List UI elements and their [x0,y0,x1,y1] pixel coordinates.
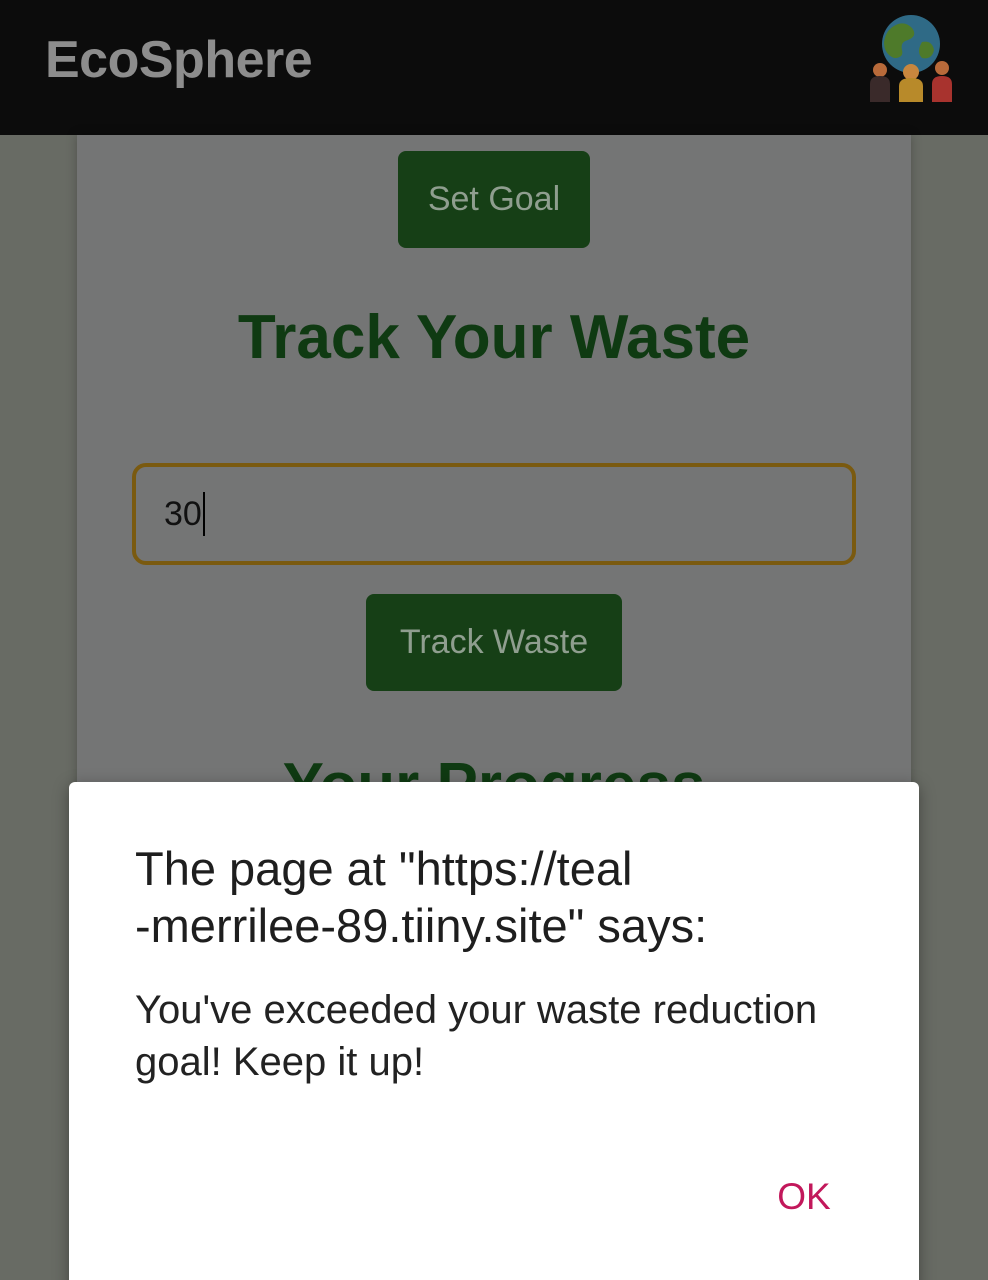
app-title: EcoSphere [45,31,313,89]
dialog-message: You've exceeded your waste reduction goa… [135,988,818,1084]
globe-people-icon [870,15,952,102]
dialog-title-line-2: -merrilee-89.tiiny.site" says: [135,899,708,952]
track-waste-button[interactable]: Track Waste [366,594,622,691]
waste-input-value: 30 [164,494,202,533]
track-waste-heading: Track Your Waste [237,303,751,372]
app-header: EcoSphere [0,0,988,135]
ok-button[interactable]: OK [759,1172,849,1222]
dialog-title-line-1: The page at "https://teal [135,842,633,895]
waste-amount-input[interactable]: 30 [132,463,856,565]
dialog-title: The page at "https://teal -merrilee-89.t… [135,840,835,954]
text-cursor [202,492,205,536]
set-goal-button[interactable]: Set Goal [398,151,590,248]
alert-dialog: The page at "https://teal -merrilee-89.t… [69,782,919,1280]
